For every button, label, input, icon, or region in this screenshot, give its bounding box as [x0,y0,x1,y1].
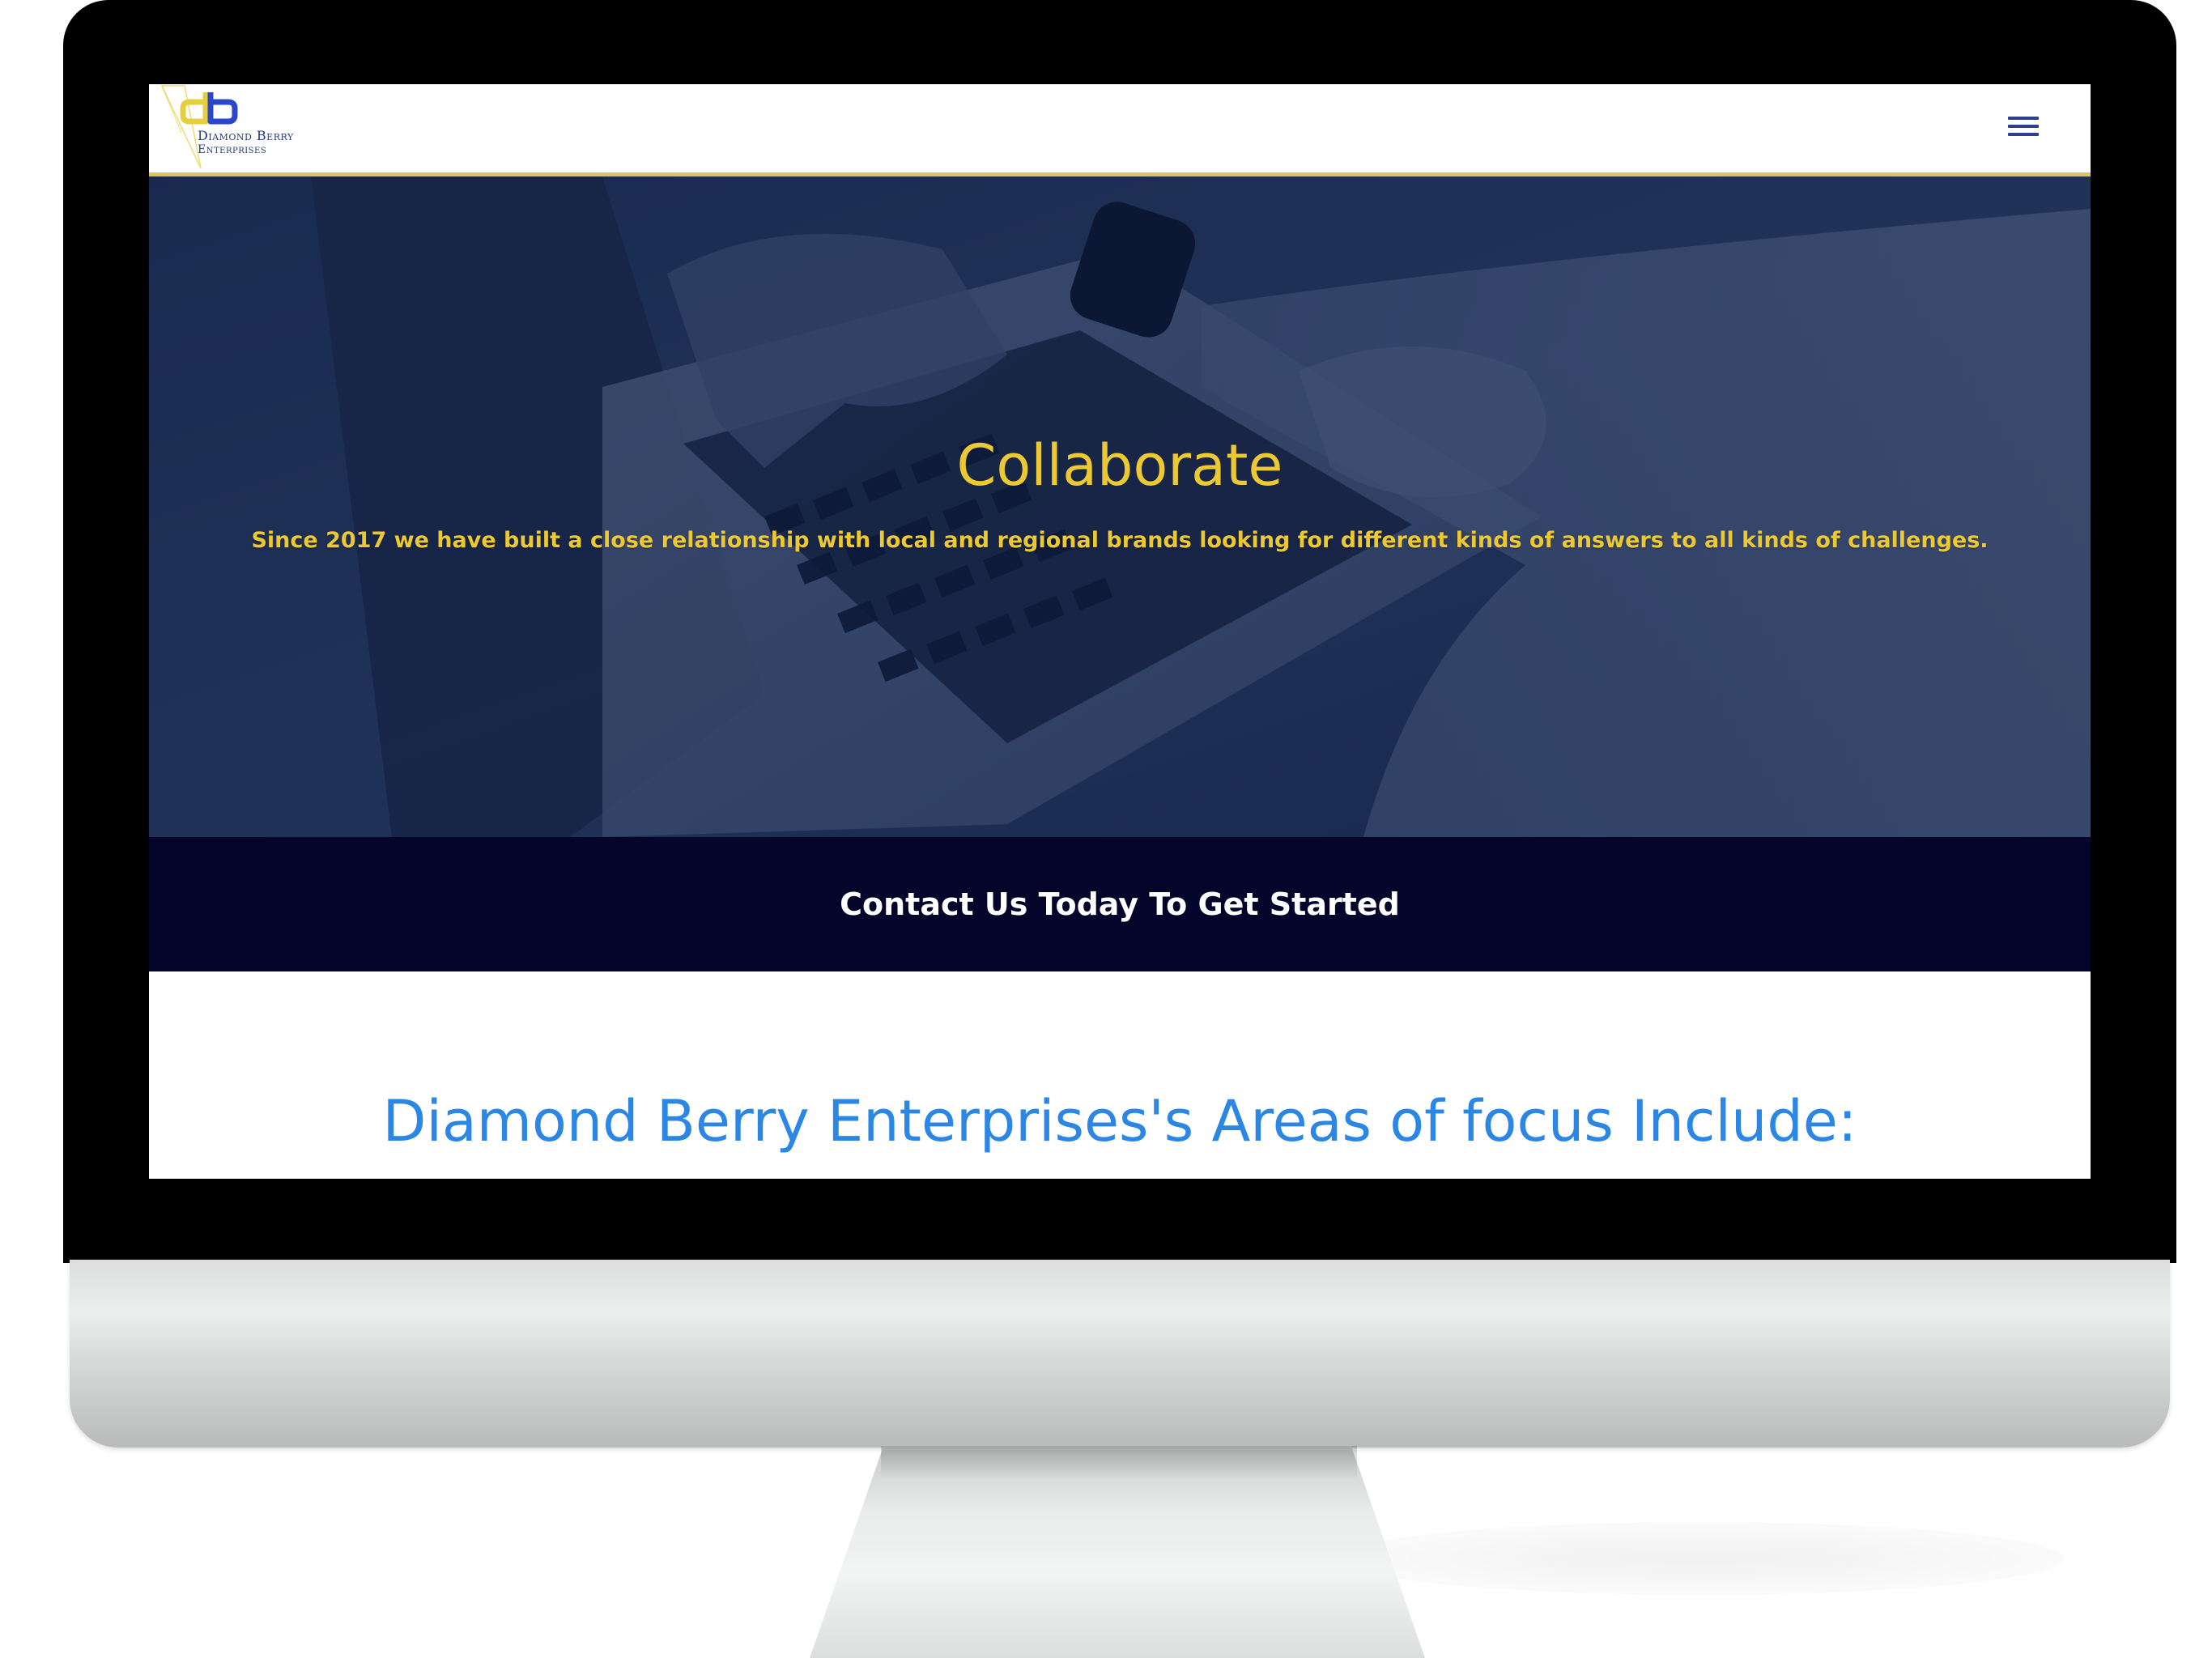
contact-us-link[interactable]: Contact Us Today To Get Started [840,886,1400,922]
logo-text-line1: Diamond Berry [198,128,294,143]
floor-shadow [1336,1522,2065,1595]
site-header: Diamond Berry Enterprises [149,84,2091,176]
monitor-screen: Diamond Berry Enterprises Collaborate Si… [149,84,2091,1179]
hero-subtitle: Since 2017 we have built a close relatio… [251,528,1989,553]
hero-section: Collaborate Since 2017 we have built a c… [149,176,2091,837]
menu-bar-bottom [2008,133,2039,136]
diamond-berry-logo-icon [160,85,238,169]
monitor-stand-shadow [881,1446,1357,1480]
menu-bar-middle [2008,125,2039,128]
hero-title: Collaborate [956,432,1283,499]
hero-overlay [149,176,2091,837]
hamburger-menu-icon[interactable] [2008,113,2039,139]
menu-bar-top [2008,117,2039,120]
logo-text-line2: Enterprises [198,143,267,156]
monitor-chin [70,1260,2170,1448]
site-logo[interactable]: Diamond Berry Enterprises [157,84,343,170]
areas-of-focus-heading: Diamond Berry Enterprises's Areas of foc… [382,1088,1857,1154]
cta-band: Contact Us Today To Get Started [149,837,2091,971]
